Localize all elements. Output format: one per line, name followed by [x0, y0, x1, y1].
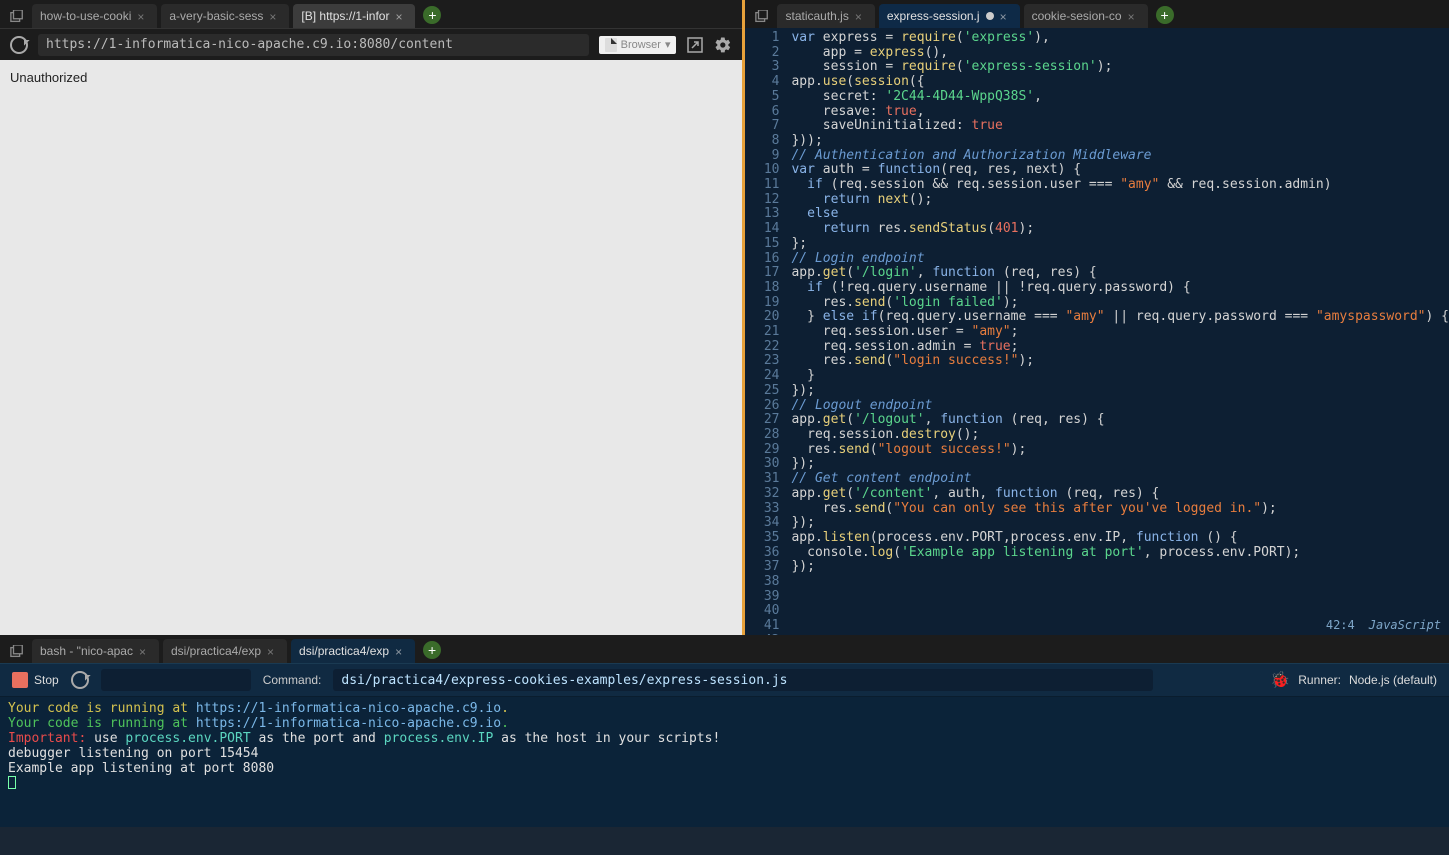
dirty-icon: [986, 12, 994, 20]
stop-button[interactable]: Stop: [12, 672, 59, 688]
tab-label: how-to-use-cooki: [40, 9, 131, 23]
terminal-tabs: bash - "nico-apac × dsi/practica4/exp × …: [0, 635, 1449, 663]
add-tab-button[interactable]: +: [1156, 6, 1174, 24]
add-tab-button[interactable]: +: [423, 6, 441, 24]
preview-tabs: how-to-use-cooki × a-very-basic-sess × […: [0, 0, 742, 28]
run-bar: Stop Command: 🐞 Runner: Node.js (default…: [0, 663, 1449, 697]
tab-label: staticauth.js: [785, 9, 848, 23]
popout-icon[interactable]: [686, 36, 704, 54]
page-icon: [605, 38, 617, 52]
command-label: Command:: [263, 673, 322, 687]
restart-icon[interactable]: [71, 671, 89, 689]
tab-runner-1[interactable]: dsi/practica4/exp ×: [163, 639, 287, 663]
add-tab-button[interactable]: +: [423, 641, 441, 659]
preview-text: Unauthorized: [10, 70, 87, 85]
bug-icon[interactable]: 🐞: [1270, 670, 1290, 690]
close-icon[interactable]: ×: [1128, 10, 1140, 22]
close-icon[interactable]: ×: [139, 645, 151, 657]
tab-label: dsi/practica4/exp: [171, 644, 261, 658]
command-input[interactable]: [333, 669, 1153, 691]
code-content[interactable]: var express = require('express'), app = …: [785, 28, 1449, 635]
tab-a-very-basic-session[interactable]: a-very-basic-sess ×: [161, 4, 289, 28]
close-icon[interactable]: ×: [267, 645, 279, 657]
close-icon[interactable]: ×: [137, 10, 149, 22]
close-icon[interactable]: ×: [395, 10, 407, 22]
tab-label: [B] https://1-infor: [301, 9, 389, 23]
tab-label: cookie-sesion-co: [1032, 9, 1122, 23]
close-icon[interactable]: ×: [1000, 10, 1012, 22]
terminal-pane: bash - "nico-apac × dsi/practica4/exp × …: [0, 635, 1449, 827]
line-gutter: 1234567891011121314151617181920212223242…: [745, 28, 785, 635]
tab-how-to-use-cookies[interactable]: how-to-use-cooki ×: [32, 4, 157, 28]
tab-label: dsi/practica4/exp: [299, 644, 389, 658]
tab-bash[interactable]: bash - "nico-apac ×: [32, 639, 159, 663]
tab-label: bash - "nico-apac: [40, 644, 133, 658]
tab-cookie-session[interactable]: cookie-sesion-co ×: [1024, 4, 1148, 28]
browser-dropdown[interactable]: Browser ▾: [599, 36, 677, 54]
editor-tabs: staticauth.js × express-session.j × cook…: [745, 0, 1449, 28]
url-bar: Browser ▾: [0, 28, 742, 60]
stop-icon: [12, 672, 28, 688]
reload-icon[interactable]: [10, 36, 28, 54]
cursor-icon: [8, 776, 16, 789]
gear-icon[interactable]: [714, 36, 732, 54]
close-icon[interactable]: ×: [269, 10, 281, 22]
tab-stack-icon[interactable]: [6, 6, 28, 28]
name-input[interactable]: [101, 669, 251, 691]
tab-runner-2[interactable]: dsi/practica4/exp ×: [291, 639, 415, 663]
tab-label: express-session.j: [887, 9, 980, 23]
runner-label: Runner:: [1298, 673, 1341, 687]
editor-status-bar: 42:4 JavaScript: [1326, 616, 1441, 635]
tab-browser-preview[interactable]: [B] https://1-infor ×: [293, 4, 415, 28]
tab-label: a-very-basic-sess: [169, 9, 263, 23]
browser-label: Browser: [621, 39, 661, 51]
chevron-down-icon: ▾: [665, 38, 671, 51]
close-icon[interactable]: ×: [395, 645, 407, 657]
url-input[interactable]: [38, 34, 589, 56]
stop-label: Stop: [34, 673, 59, 687]
runner-value[interactable]: Node.js (default): [1349, 673, 1437, 687]
tab-express-session[interactable]: express-session.j ×: [879, 4, 1020, 28]
preview-body: Unauthorized: [0, 60, 742, 635]
tab-stack-icon[interactable]: [6, 641, 28, 663]
code-editor[interactable]: 1234567891011121314151617181920212223242…: [745, 28, 1449, 635]
tab-stack-icon[interactable]: [751, 6, 773, 28]
close-icon[interactable]: ×: [855, 10, 867, 22]
language-mode[interactable]: JavaScript: [1369, 618, 1441, 633]
preview-pane: how-to-use-cooki × a-very-basic-sess × […: [0, 0, 745, 635]
console-output[interactable]: Your code is running at https://1-inform…: [0, 697, 1449, 827]
editor-pane: staticauth.js × express-session.j × cook…: [745, 0, 1449, 635]
tab-staticauth[interactable]: staticauth.js ×: [777, 4, 874, 28]
cursor-position: 42:4: [1326, 618, 1355, 633]
